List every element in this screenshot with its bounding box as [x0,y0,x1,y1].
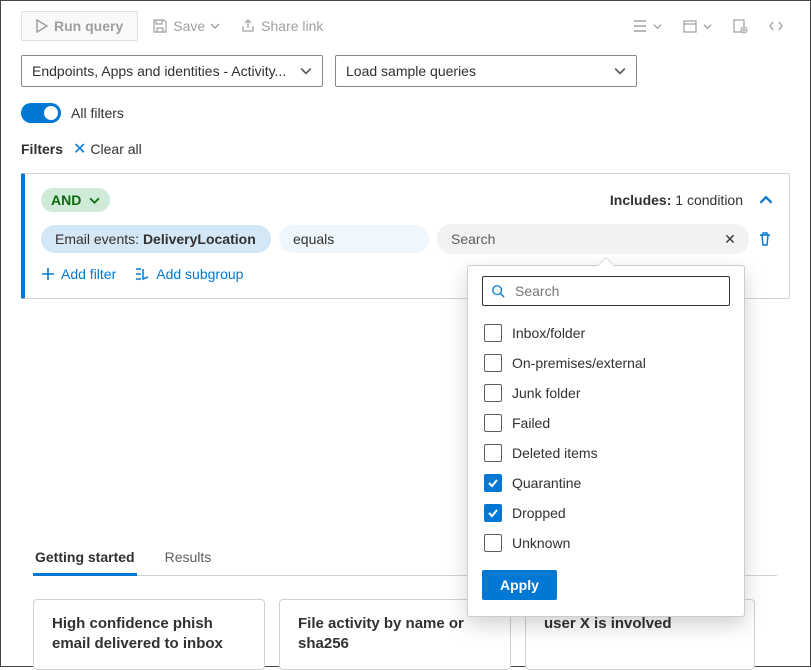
share-button[interactable]: Share link [234,14,329,38]
run-query-label: Run query [54,18,123,34]
all-filters-row: All filters [1,99,810,133]
checkbox[interactable] [484,354,502,372]
apply-button[interactable]: Apply [482,570,557,600]
run-query-button[interactable]: Run query [21,11,138,41]
code-button[interactable] [762,14,790,38]
operator-pill[interactable]: AND [41,188,110,212]
filters-label: Filters [21,141,63,157]
popup-option[interactable]: Inbox/folder [482,318,730,348]
search-icon [491,284,505,298]
checkbox[interactable] [484,444,502,462]
calendar-button[interactable] [676,14,718,38]
chevron-down-icon [300,65,312,77]
all-filters-label: All filters [71,105,124,121]
value-picker-popup: Inbox/folder On-premises/external Junk fol… [467,265,745,617]
option-label: On-premises/external [512,355,646,371]
query-card[interactable]: High confidence phish email delivered to… [33,599,265,670]
checkbox[interactable] [484,384,502,402]
subgroup-icon [134,267,150,281]
top-toolbar: Run query Save Share link [1,1,810,49]
sample-label: Load sample queries [346,63,476,79]
popup-option[interactable]: On-premises/external [482,348,730,378]
filter-field-text: Email events: DeliveryLocation [55,231,256,247]
tab-results[interactable]: Results [163,541,214,575]
new-query-button[interactable] [726,14,754,38]
popup-option[interactable]: Failed [482,408,730,438]
clear-all-label: Clear all [90,141,141,157]
plus-icon [41,267,55,281]
chevron-down-icon [89,195,100,206]
filter-operator-label: equals [293,231,334,247]
chevron-down-icon [614,65,626,77]
clear-value-button[interactable]: ✕ [719,228,741,250]
option-label: Dropped [512,505,566,521]
includes-text: Includes: 1 condition [610,192,743,208]
popup-option[interactable]: Deleted items [482,438,730,468]
popup-search-box[interactable] [482,276,730,306]
checkbox[interactable] [484,534,502,552]
tab-getting-started[interactable]: Getting started [33,541,137,576]
share-icon [240,18,256,34]
option-label: Unknown [512,535,570,551]
add-subgroup-label: Add subgroup [156,266,243,282]
code-icon [768,18,784,34]
list-icon [632,18,648,34]
option-label: Inbox/folder [512,325,585,341]
checkbox[interactable] [484,504,502,522]
list-view-button[interactable] [626,14,668,38]
chevron-down-icon [703,22,712,31]
delete-filter-button[interactable] [757,231,773,247]
filters-header: Filters ✕ Clear all [1,133,810,169]
collapse-card-button[interactable] [759,193,773,207]
filter-value-input[interactable]: Search ✕ [437,224,749,254]
selector-row: Endpoints, Apps and identities - Activit… [1,49,810,99]
share-label: Share link [261,18,323,34]
option-label: Quarantine [512,475,581,491]
checkbox[interactable] [484,324,502,342]
scope-label: Endpoints, Apps and identities - Activit… [32,63,286,79]
option-label: Junk folder [512,385,580,401]
clear-all-button[interactable]: ✕ Clear all [73,139,142,159]
popup-option[interactable]: Dropped [482,498,730,528]
save-icon [152,18,168,34]
close-icon: ✕ [73,139,86,159]
filter-value-placeholder: Search [451,231,495,247]
popup-option[interactable]: Junk folder [482,378,730,408]
add-filter-label: Add filter [61,266,116,282]
filter-field-pill[interactable]: Email events: DeliveryLocation [41,225,271,253]
sample-queries-dropdown[interactable]: Load sample queries [335,55,637,87]
play-icon [36,19,48,33]
chevron-down-icon [653,22,662,31]
save-button[interactable]: Save [146,14,226,38]
filter-operator-pill[interactable]: equals [279,225,429,253]
popup-option[interactable]: Quarantine [482,468,730,498]
operator-label: AND [51,192,81,208]
option-label: Deleted items [512,445,598,461]
add-subgroup-button[interactable]: Add subgroup [134,266,243,282]
checkbox[interactable] [484,474,502,492]
option-label: Failed [512,415,550,431]
all-filters-toggle[interactable] [21,103,61,123]
save-label: Save [173,18,205,34]
new-query-icon [732,18,748,34]
popup-option[interactable]: Unknown [482,528,730,558]
chevron-down-icon [210,21,220,31]
popup-search-input[interactable] [513,282,721,300]
checkbox[interactable] [484,414,502,432]
add-filter-button[interactable]: Add filter [41,266,116,282]
calendar-icon [682,18,698,34]
scope-dropdown[interactable]: Endpoints, Apps and identities - Activit… [21,55,323,87]
